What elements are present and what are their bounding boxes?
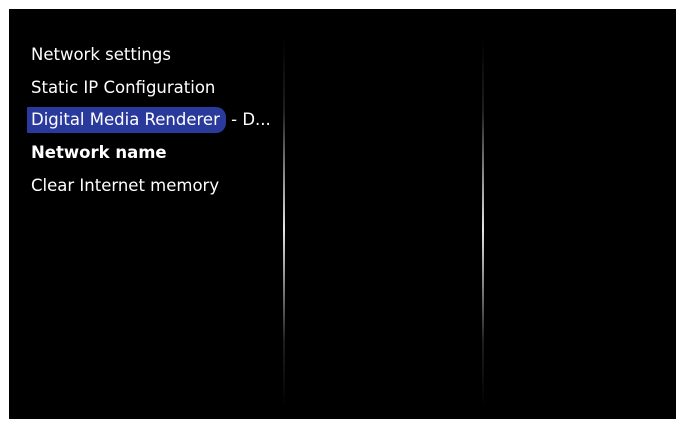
menu-item-clear-internet-memory[interactable]: Clear Internet memory [31,173,219,199]
top-border [0,0,685,9]
column-divider-left [283,37,285,407]
menu-item-value: - D... [225,110,271,129]
selection-highlight: Digital Media Renderer [27,107,226,133]
menu-item-static-ip-configuration[interactable]: Static IP Configuration [31,75,215,101]
menu-item-network-name[interactable]: Network name [31,140,167,166]
menu-item-label: Network name [31,143,167,162]
menu-item-digital-media-renderer[interactable]: Digital Media Renderer - D... [27,107,271,133]
menu-item-label: Digital Media Renderer [31,110,220,129]
menu-item-label: Static IP Configuration [31,78,216,97]
menu-item-label: Clear Internet memory [31,176,220,195]
tv-settings-screen: Network settings Static IP Configuration… [9,9,676,419]
menu-item-label: Network settings [31,45,171,64]
menu-item-network-settings[interactable]: Network settings [31,42,171,68]
column-divider-right [482,37,484,407]
